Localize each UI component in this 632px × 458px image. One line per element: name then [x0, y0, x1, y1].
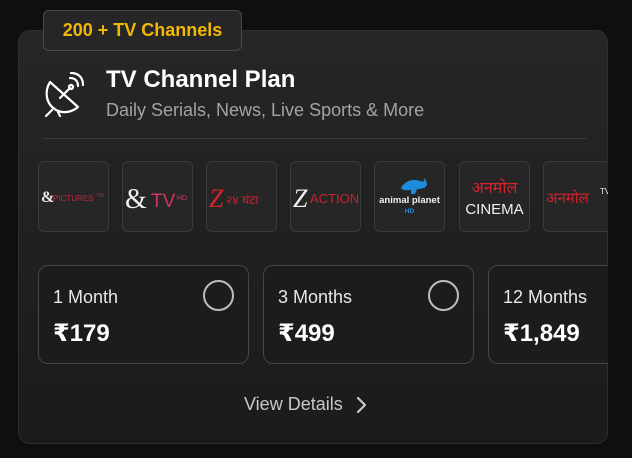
plan-title: TV Channel Plan [106, 66, 296, 93]
channel-logo-line2: CINEMA [465, 201, 523, 218]
plan-duration: 1 Month [53, 287, 119, 307]
channel-logo-line2: PICTURES [53, 194, 93, 203]
channel-count-label: 200 + TV Channels [62, 20, 223, 40]
plan-price: ₹499 [278, 320, 335, 347]
channel-list[interactable]: & PICTURES HD & TV HD Z २४ घंटा Z ACTION… [38, 161, 608, 234]
channel-logo-line1: अनमोल [472, 178, 519, 197]
plan-duration: 3 Months [278, 287, 353, 307]
divider [42, 138, 587, 139]
channel-logo-zee-24-ghanta[interactable]: Z २४ घंटा [206, 161, 277, 232]
channel-logo-anmol-tv[interactable]: अनमोल TV [543, 161, 608, 232]
plan-radio-button[interactable] [428, 280, 459, 311]
channel-logo-anmol-cinema[interactable]: अनमोल CINEMA [459, 161, 530, 232]
satellite-dish-icon [44, 72, 85, 118]
plan-option-1-month[interactable]: 1 Month ₹179 [38, 265, 249, 364]
plan-option-3-months[interactable]: 3 Months ₹499 [263, 265, 474, 364]
plan-subtitle: Daily Serials, News, Live Sports & More [106, 100, 425, 120]
channel-logo-line1: Z [293, 184, 308, 213]
plan-options[interactable]: 1 Month ₹179 3 Months ₹499 12 Months ₹1,… [38, 265, 608, 365]
channel-logo-zee-action[interactable]: Z ACTION [290, 161, 361, 232]
channel-logo-animal-planet[interactable]: animal planet HD [374, 161, 445, 232]
plan-price: ₹179 [53, 320, 110, 347]
channel-logo-hd: HD [405, 208, 415, 215]
chevron-right-icon [356, 396, 366, 413]
channel-logo-hd: HD [97, 193, 105, 199]
view-details-label: View Details [244, 394, 343, 414]
plan-radio-button[interactable] [203, 280, 234, 311]
channel-logo-hd: HD [177, 195, 187, 202]
channel-logo-line1: अनमोल [546, 189, 590, 207]
view-details-link[interactable]: View Details [244, 394, 367, 415]
channel-count-badge: 200 + TV Channels [43, 10, 242, 51]
plan-option-12-months[interactable]: 12 Months ₹1,849 [488, 265, 608, 364]
channel-logo-line1: animal planet [379, 195, 441, 206]
plan-price: ₹1,849 [503, 320, 580, 347]
channel-logo-line2: ACTION [310, 191, 359, 206]
plan-duration: 12 Months [503, 287, 588, 307]
channel-logo-line2: २४ घंटा [226, 193, 259, 207]
channel-logo-line1: & [125, 184, 147, 215]
channel-logo-and-pictures[interactable]: & PICTURES HD [38, 161, 109, 232]
channel-logo-line1: Z [209, 184, 224, 213]
channel-logo-line2: TV [151, 191, 176, 212]
channel-logo-and-tv[interactable]: & TV HD [122, 161, 193, 232]
channel-logo-line2: TV [600, 187, 608, 196]
